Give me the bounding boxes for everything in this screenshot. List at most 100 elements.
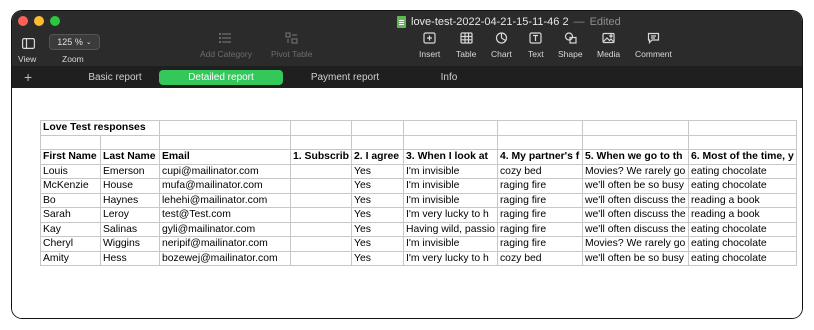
table-cell[interactable]: cozy bed [496, 250, 583, 266]
column-header[interactable]: 4. My partner's f [496, 149, 583, 165]
table-cell[interactable]: raging fire [496, 178, 583, 194]
table-cell[interactable]: raging fire [496, 192, 583, 208]
table-cell[interactable]: Movies? We rarely go [581, 236, 689, 252]
table-cell[interactable] [403, 120, 498, 136]
table-cell[interactable]: Yes [351, 236, 405, 252]
table-cell[interactable]: reading a book [687, 192, 797, 208]
text-button[interactable]: Text [528, 32, 544, 59]
table-cell[interactable] [351, 134, 405, 150]
column-header[interactable]: Email [159, 149, 291, 165]
table-cell[interactable]: I'm invisible [403, 236, 498, 252]
table-cell[interactable] [687, 134, 797, 150]
table-cell[interactable]: Haynes [100, 192, 160, 208]
close-window-button[interactable] [18, 16, 28, 26]
shape-button[interactable]: Shape [558, 32, 583, 59]
tab-payment-report[interactable]: Payment report [295, 70, 395, 85]
column-header[interactable]: 2. I agree [351, 149, 405, 165]
table-cell[interactable]: I'm very lucky to h [403, 250, 498, 266]
view-button-label[interactable]: View [18, 54, 36, 64]
table-cell[interactable]: Yes [351, 221, 405, 237]
chart-button[interactable]: Chart [491, 32, 512, 59]
table-cell[interactable]: reading a book [687, 207, 797, 223]
table-cell[interactable] [581, 120, 689, 136]
table-cell[interactable] [289, 163, 353, 179]
minimize-window-button[interactable] [34, 16, 44, 26]
tab-detailed-report[interactable]: Detailed report [159, 70, 283, 85]
table-cell[interactable] [159, 134, 291, 150]
table-cell[interactable]: raging fire [496, 207, 583, 223]
table-cell[interactable]: bozewej@mailinator.com [159, 250, 291, 266]
sidebar-icon[interactable] [22, 36, 36, 54]
table-title[interactable]: Love Test responses [40, 120, 160, 136]
table-cell[interactable] [289, 207, 353, 223]
table-cell[interactable]: Yes [351, 192, 405, 208]
zoom-select[interactable]: 125 % ⌄ [49, 34, 100, 50]
table-cell[interactable] [496, 134, 583, 150]
table-cell[interactable]: neripif@mailinator.com [159, 236, 291, 252]
table-cell[interactable]: Amity [40, 250, 101, 266]
table-cell[interactable]: raging fire [496, 236, 583, 252]
table-cell[interactable]: I'm invisible [403, 192, 498, 208]
table-cell[interactable]: we'll often discuss the [581, 192, 689, 208]
table-cell[interactable]: we'll often discuss the [581, 221, 689, 237]
table-cell[interactable]: raging fire [496, 221, 583, 237]
add-category-button[interactable]: Add Category [200, 32, 252, 59]
table-cell[interactable]: eating chocolate [687, 221, 797, 237]
add-sheet-button[interactable]: + [24, 69, 32, 85]
table-cell[interactable] [289, 250, 353, 266]
table-cell[interactable]: we'll often be so busy [581, 178, 689, 194]
table-cell[interactable]: Yes [351, 207, 405, 223]
table-cell[interactable]: I'm invisible [403, 163, 498, 179]
table-cell[interactable] [351, 120, 405, 136]
table-cell[interactable]: Louis [40, 163, 101, 179]
pivot-table-button[interactable]: Pivot Table [271, 32, 312, 59]
column-header[interactable]: First Name [40, 149, 101, 165]
table-cell[interactable] [687, 120, 797, 136]
table-cell[interactable]: Yes [351, 250, 405, 266]
table-cell[interactable] [581, 134, 689, 150]
table-cell[interactable]: Salinas [100, 221, 160, 237]
insert-button[interactable]: Insert [419, 32, 440, 59]
table-cell[interactable]: Having wild, passio [403, 221, 498, 237]
table-cell[interactable]: we'll often be so busy [581, 250, 689, 266]
column-header[interactable]: 5. When we go to th [581, 149, 689, 165]
table-cell[interactable]: eating chocolate [687, 178, 797, 194]
table-cell[interactable]: gyli@mailinator.com [159, 221, 291, 237]
table-cell[interactable]: mufa@mailinator.com [159, 178, 291, 194]
table-cell[interactable]: Emerson [100, 163, 160, 179]
table-cell[interactable]: cozy bed [496, 163, 583, 179]
table-cell[interactable] [40, 134, 101, 150]
table-button[interactable]: Table [456, 32, 476, 59]
table-cell[interactable]: we'll often discuss the [581, 207, 689, 223]
comment-button[interactable]: Comment [635, 32, 672, 59]
table-cell[interactable]: eating chocolate [687, 236, 797, 252]
table-cell[interactable]: Yes [351, 163, 405, 179]
table-cell[interactable] [289, 134, 353, 150]
table-cell[interactable]: House [100, 178, 160, 194]
table-cell[interactable]: Sarah [40, 207, 101, 223]
maximize-window-button[interactable] [50, 16, 60, 26]
table-cell[interactable]: McKenzie [40, 178, 101, 194]
table-cell[interactable]: eating chocolate [687, 250, 797, 266]
table-cell[interactable]: lehehi@mailinator.com [159, 192, 291, 208]
table-cell[interactable]: Wiggins [100, 236, 160, 252]
column-header[interactable]: Last Name [100, 149, 160, 165]
table-cell[interactable] [100, 134, 160, 150]
table-cell[interactable]: Movies? We rarely go [581, 163, 689, 179]
table-cell[interactable]: cupi@mailinator.com [159, 163, 291, 179]
table-cell[interactable] [289, 192, 353, 208]
table-cell[interactable]: Cheryl [40, 236, 101, 252]
table-cell[interactable]: Leroy [100, 207, 160, 223]
table-cell[interactable] [403, 134, 498, 150]
table-cell[interactable]: test@Test.com [159, 207, 291, 223]
table-cell[interactable]: Yes [351, 178, 405, 194]
media-button[interactable]: Media [597, 32, 620, 59]
table-cell[interactable]: Hess [100, 250, 160, 266]
table-cell[interactable]: eating chocolate [687, 163, 797, 179]
table-cell[interactable] [289, 178, 353, 194]
table-cell[interactable]: Kay [40, 221, 101, 237]
column-header[interactable]: 6. Most of the time, y [687, 149, 797, 165]
column-header[interactable]: 3. When I look at [403, 149, 498, 165]
table-cell[interactable]: Bo [40, 192, 101, 208]
table-cell[interactable] [289, 221, 353, 237]
